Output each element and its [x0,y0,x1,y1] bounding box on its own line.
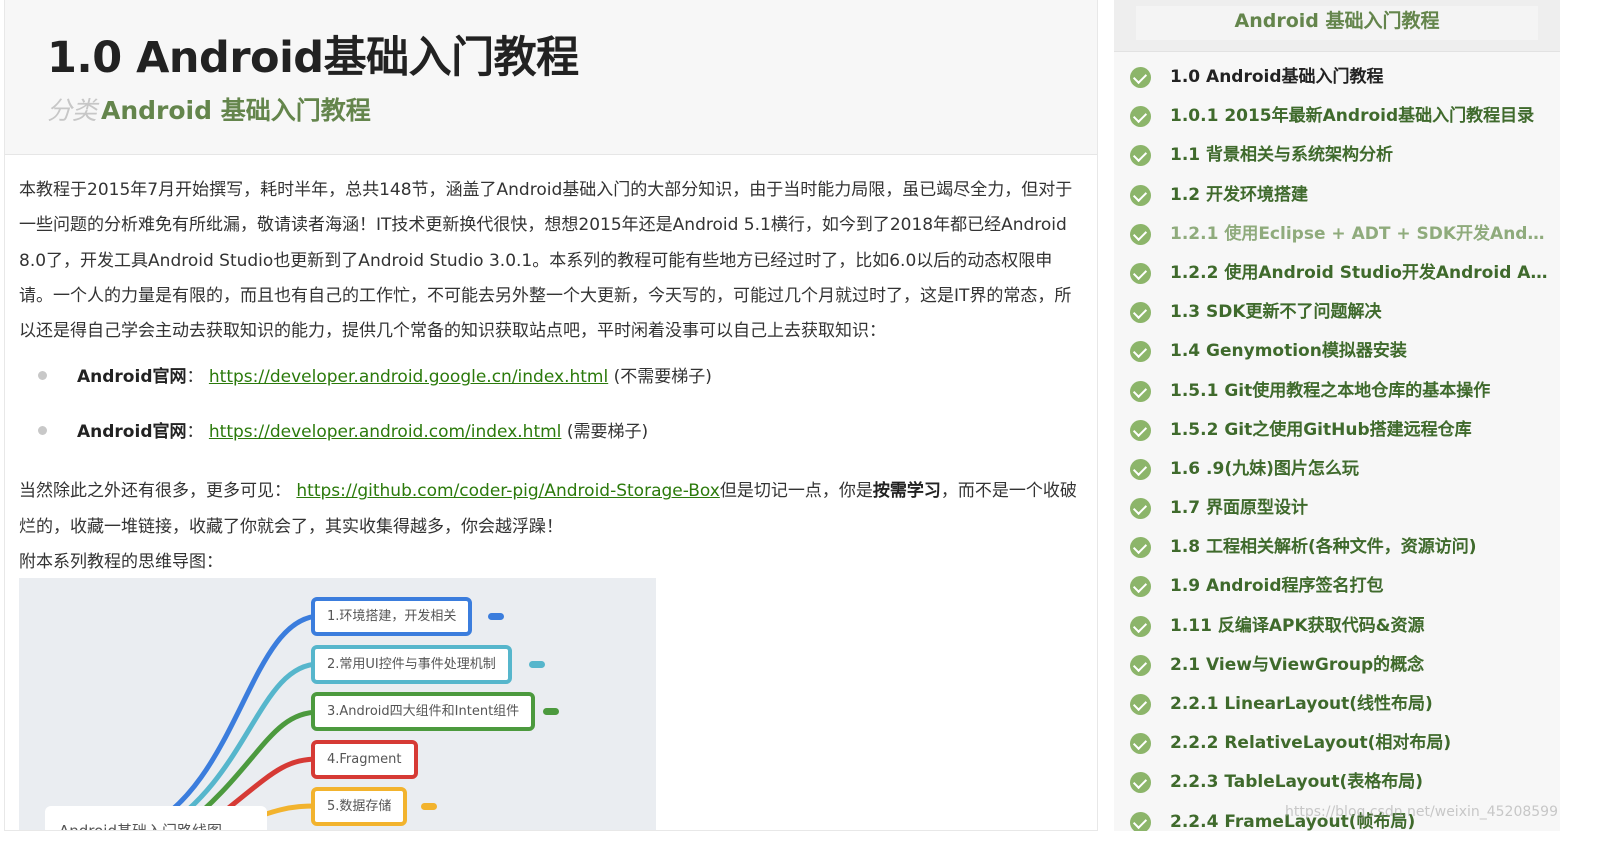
check-circle-icon [1130,419,1151,441]
link-note: (不需要梯子) [608,367,712,388]
page-title: 1.0 Android基础入门教程 [47,33,579,83]
article-header: 1.0 Android基础入门教程 分类 Android 基础入门教程 [5,0,1097,155]
category-link[interactable]: Android 基础入门教程 [101,96,371,125]
android-cn-link[interactable]: https://developer.android.google.cn/inde… [209,367,608,387]
list-item: Android官网： https://developer.android.goo… [19,358,1083,413]
check-circle-icon [1130,380,1151,402]
toc-item[interactable]: 1.6 .9(九妹)图片怎么玩 [1114,450,1560,489]
toc-item-label: 1.5.1 Git使用教程之本地仓库的基本操作 [1170,380,1491,401]
link-label: Android官网 [77,422,187,443]
sidebar-title[interactable]: Android 基础入门教程 [1136,6,1538,40]
toc-item-label: 1.3 SDK更新不了问题解决 [1170,302,1382,323]
check-circle-icon [1130,262,1151,284]
toc-item-label: 1.5.2 Git之使用GitHub搭建远程仓库 [1170,419,1472,440]
more-prefix: 当然除此之外还有很多，更多可见： [19,481,297,502]
android-com-link[interactable]: https://developer.android.com/index.html [209,422,562,442]
toc-item[interactable]: 2.2.2 RelativeLayout(相对布局) [1114,724,1560,763]
mindmap-image: 1.环境搭建，开发相关 2.常用UI控件与事件处理机制 3.Android四大组… [19,578,656,830]
toc-item-label: 1.2 开发环境搭建 [1170,184,1309,205]
check-circle-icon [1130,223,1151,245]
toc-item-label: 1.2.2 使用Android Studio开发Android APP [1170,262,1556,283]
check-circle-icon [1130,537,1151,559]
toc-item[interactable]: 1.5.1 Git使用教程之本地仓库的基本操作 [1114,372,1560,411]
toc-item[interactable]: 1.1 背景相关与系统架构分析 [1114,136,1560,175]
toc-item[interactable]: 2.2.1 LinearLayout(线性布局) [1114,685,1560,724]
check-circle-icon [1130,302,1151,324]
check-circle-icon [1130,145,1151,167]
toc-item-label: 1.9 Android程序签名打包 [1170,576,1384,597]
toc-item-label: 1.0.1 2015年最新Android基础入门教程目录 [1170,106,1535,127]
article-body: 本教程于2015年7月开始撰写，耗时半年，总共148节，涵盖了Android基础… [5,155,1097,580]
category-label: 分类 [47,96,98,125]
check-circle-icon [1130,576,1151,598]
mindmap-more-icon [543,708,559,715]
toc-item-label: 2.2.3 TableLayout(表格布局) [1170,772,1424,793]
toc-item[interactable]: 1.2.1 使用Eclipse + ADT + SDK开发Android APP [1114,215,1560,254]
toc-item[interactable]: 1.11 反编译APK获取代码&资源 [1114,607,1560,646]
toc-item-label: 1.4 Genymotion模拟器安装 [1170,341,1407,362]
toc-item[interactable]: 1.4 Genymotion模拟器安装 [1114,332,1560,371]
check-circle-icon [1130,184,1151,206]
category-line: 分类 Android 基础入门教程 [47,94,1097,128]
toc-item[interactable]: 1.2 开发环境搭建 [1114,176,1560,215]
check-circle-icon [1130,341,1151,363]
toc-item[interactable]: 1.0 Android基础入门教程 [1114,58,1560,97]
toc-item-label: 1.2.1 使用Eclipse + ADT + SDK开发Android APP [1170,223,1560,244]
toc-item[interactable]: 1.0.1 2015年最新Android基础入门教程目录 [1114,97,1560,136]
check-circle-icon [1130,67,1151,88]
toc-item-label: 1.0 Android基础入门教程 [1170,67,1384,87]
check-circle-icon [1130,811,1151,831]
toc-item-label: 1.11 反编译APK获取代码&资源 [1170,615,1425,636]
intro-paragraph: 本教程于2015年7月开始撰写，耗时半年，总共148节，涵盖了Android基础… [19,180,1073,342]
resource-link-list: Android官网： https://developer.android.goo… [19,358,1083,468]
github-link[interactable]: https://github.com/coder-pig/Android-Sto… [296,481,719,501]
check-circle-icon [1130,654,1151,676]
article: 1.0 Android基础入门教程 分类 Android 基础入门教程 本教程于2… [4,0,1098,831]
mindmap-root-node: Android基础入门路线图 [45,806,267,830]
check-circle-icon [1130,694,1151,715]
more-mid: 但是切记一点，你是 [719,481,873,502]
more-paragraph: 当然除此之外还有很多，更多可见： https://github.com/code… [19,474,1083,545]
check-circle-icon [1130,458,1151,480]
check-circle-icon [1130,772,1151,794]
toc-item[interactable]: 1.7 界面原型设计 [1114,489,1560,528]
sidebar-header: Android 基础入门教程 [1114,0,1560,52]
link-label: Android官网 [77,367,187,388]
toc-item-label: 1.7 界面原型设计 [1170,498,1309,519]
toc-sidebar: Android 基础入门教程 1.0 Android基础入门教程 1.0.1 20… [1114,0,1560,831]
link-sep: ： [186,422,204,443]
mindmap-caption: 附本系列教程的思维导图： [19,552,223,573]
link-note: (需要梯子) [561,422,649,443]
mindmap-node-5: 5.数据存储 [311,787,408,826]
toc-item[interactable]: 2.2.3 TableLayout(表格布局) [1114,763,1560,802]
toc-item[interactable]: 1.3 SDK更新不了问题解决 [1114,293,1560,332]
toc-item-label: 1.8 工程相关解析(各种文件，资源访问) [1170,537,1477,558]
check-circle-icon [1130,106,1151,128]
mindmap-more-icon [421,803,437,810]
mindmap-more-icon [488,613,504,620]
toc-item[interactable]: 1.5.2 Git之使用GitHub搭建远程仓库 [1114,411,1560,450]
watermark: https://blog.csdn.net/weixin_45208599 [1284,804,1558,820]
mindmap-node-2: 2.常用UI控件与事件处理机制 [311,645,512,684]
toc-item[interactable]: 2.1 View与ViewGroup的概念 [1114,646,1560,685]
check-circle-icon [1130,615,1151,637]
toc-item-label: 1.1 背景相关与系统架构分析 [1170,145,1394,166]
mindmap-node-1: 1.环境搭建，开发相关 [311,597,473,636]
toc-item-label: 2.1 View与ViewGroup的概念 [1170,654,1425,675]
mindmap-node-4: 4.Fragment [311,740,418,779]
toc-item[interactable]: 1.8 工程相关解析(各种文件，资源访问) [1114,528,1560,567]
check-circle-icon [1130,498,1151,520]
link-sep: ： [186,367,204,388]
toc-item-label: 1.6 .9(九妹)图片怎么玩 [1170,458,1359,479]
list-item: Android官网： https://developer.android.com… [19,413,1083,468]
toc-item-label: 2.2.1 LinearLayout(线性布局) [1170,694,1433,714]
mindmap-node-3: 3.Android四大组件和Intent组件 [311,692,536,731]
toc-item[interactable]: 1.9 Android程序签名打包 [1114,567,1560,606]
check-circle-icon [1130,733,1151,755]
mindmap-more-icon [529,661,545,668]
toc-item[interactable]: 1.2.2 使用Android Studio开发Android APP [1114,254,1560,293]
more-bold: 按需学习 [872,481,941,502]
toc-item-label: 2.2.2 RelativeLayout(相对布局) [1170,733,1452,754]
toc-list: 1.0 Android基础入门教程 1.0.1 2015年最新Android基础入… [1114,58,1560,831]
